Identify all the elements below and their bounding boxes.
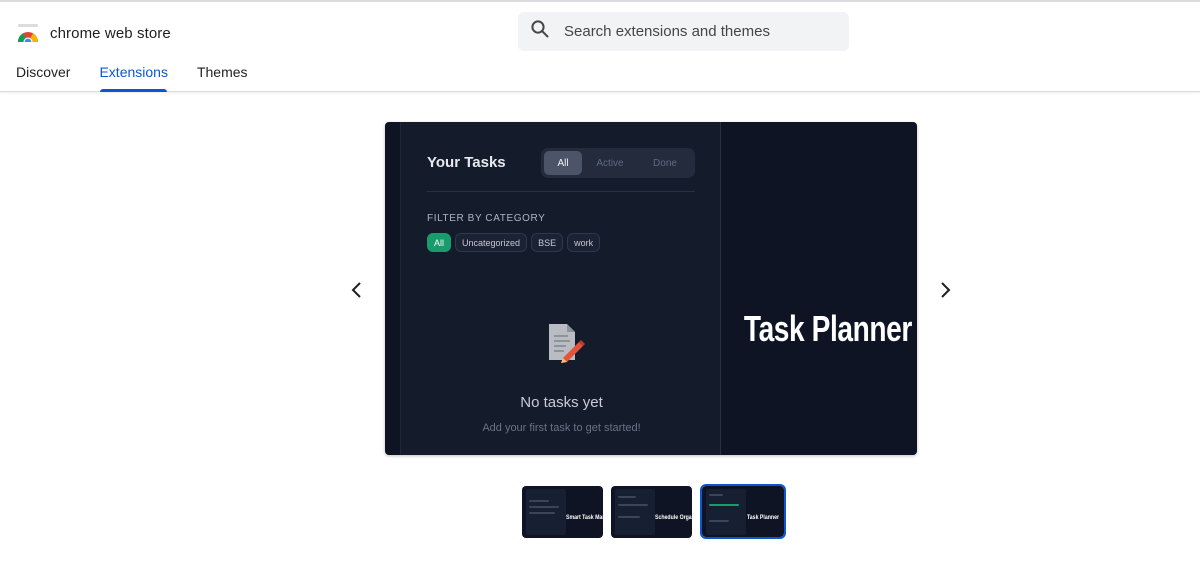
- slide-hero-text: Task Planner: [743, 308, 912, 349]
- empty-state-subtitle: Add your first task to get started!: [482, 422, 641, 434]
- segment-all: All: [544, 151, 582, 175]
- main-tabs: Discover Extensions Themes: [0, 64, 248, 92]
- segment-done: Done: [653, 157, 677, 169]
- status-segmented-control: All Active Done: [541, 148, 695, 178]
- tab-extensions[interactable]: Extensions: [99, 64, 168, 92]
- thumbnail-line: [709, 520, 729, 522]
- filter-label: FILTER BY CATEGORY: [427, 213, 546, 224]
- thumbnail-line: [709, 494, 723, 496]
- thumbnail-strip: Smart Task Manager Schedule Organizer Ta…: [522, 484, 786, 539]
- tab-discover[interactable]: Discover: [16, 64, 70, 92]
- search-icon[interactable]: [530, 19, 550, 44]
- thumbnail-line: [618, 516, 640, 518]
- thumbnail-2[interactable]: Schedule Organizer: [611, 486, 692, 538]
- thumbnail-line: [618, 504, 648, 506]
- search-input[interactable]: [564, 23, 834, 40]
- thumbnail-3[interactable]: Task Planner: [700, 484, 786, 539]
- thumbnail-1[interactable]: Smart Task Manager: [522, 486, 603, 538]
- empty-state-title: No tasks yet: [520, 394, 603, 411]
- chrome-web-store-logo: [16, 21, 40, 47]
- segment-active: Active: [596, 157, 624, 169]
- task-panel: Your Tasks All Active Done FILTER BY CAT…: [400, 122, 721, 455]
- panel-divider: [427, 191, 695, 192]
- thumbnail-caption: Smart Task Manager: [566, 514, 603, 521]
- thumbnail-line: [529, 500, 549, 502]
- category-chips: All Uncategorized BSE work: [427, 233, 601, 252]
- store-brand[interactable]: chrome web store: [16, 19, 171, 47]
- chip-work: work: [567, 233, 601, 252]
- chevron-right-icon: [941, 282, 951, 298]
- document-pencil-icon: [545, 320, 585, 364]
- carousel-next-button[interactable]: [931, 276, 959, 304]
- thumbnail-line: [529, 512, 555, 514]
- tab-themes[interactable]: Themes: [197, 64, 248, 92]
- carousel-prev-button[interactable]: [343, 276, 371, 304]
- chip-all: All: [427, 233, 452, 252]
- chip-bse: BSE: [531, 233, 564, 252]
- chevron-left-icon: [351, 282, 361, 298]
- header: chrome web store Discover Extensions The…: [0, 2, 1200, 92]
- thumbnail-caption: Schedule Organizer: [655, 514, 692, 521]
- thumbnail-caption: Task Planner: [747, 514, 779, 521]
- panel-title: Your Tasks: [427, 154, 506, 171]
- screenshot-carousel: Your Tasks All Active Done FILTER BY CAT…: [385, 122, 917, 455]
- thumbnail-line: [709, 504, 739, 506]
- thumbnail-line: [529, 506, 559, 508]
- search-bar[interactable]: [518, 12, 849, 51]
- chip-uncategorized: Uncategorized: [455, 233, 528, 252]
- store-name: chrome web store: [50, 24, 171, 42]
- thumbnail-line: [618, 496, 636, 498]
